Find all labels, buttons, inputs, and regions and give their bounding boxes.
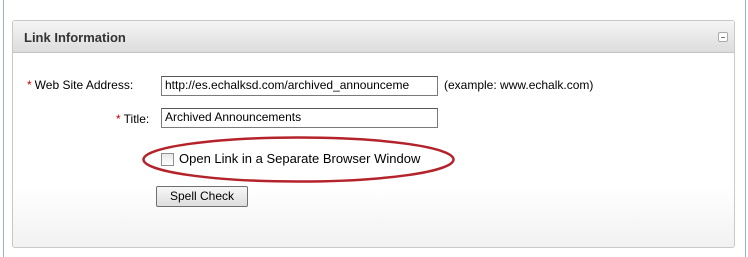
required-marker: * xyxy=(116,112,121,126)
web-address-label: Web Site Address: xyxy=(34,78,134,92)
required-marker: * xyxy=(27,78,32,92)
title-label: Title: xyxy=(123,112,150,126)
web-address-label-group: * Web Site Address: xyxy=(27,78,133,92)
separate-window-checkbox[interactable] xyxy=(161,153,174,166)
web-address-input[interactable]: http://es.echalksd.com/archived_announce… xyxy=(161,76,438,96)
collapse-minus-icon[interactable] xyxy=(718,32,728,42)
spell-check-button[interactable]: Spell Check xyxy=(156,186,248,207)
separate-window-label[interactable]: Open Link in a Separate Browser Window xyxy=(179,151,420,166)
title-label-group: * Title: xyxy=(116,112,149,126)
panel-header: Link Information xyxy=(13,21,734,53)
link-information-panel: Link Information xyxy=(12,20,735,248)
panel-title: Link Information xyxy=(24,30,126,45)
title-input[interactable]: Archived Announcements xyxy=(161,108,438,128)
web-address-example-hint: (example: www.echalk.com) xyxy=(444,78,594,92)
